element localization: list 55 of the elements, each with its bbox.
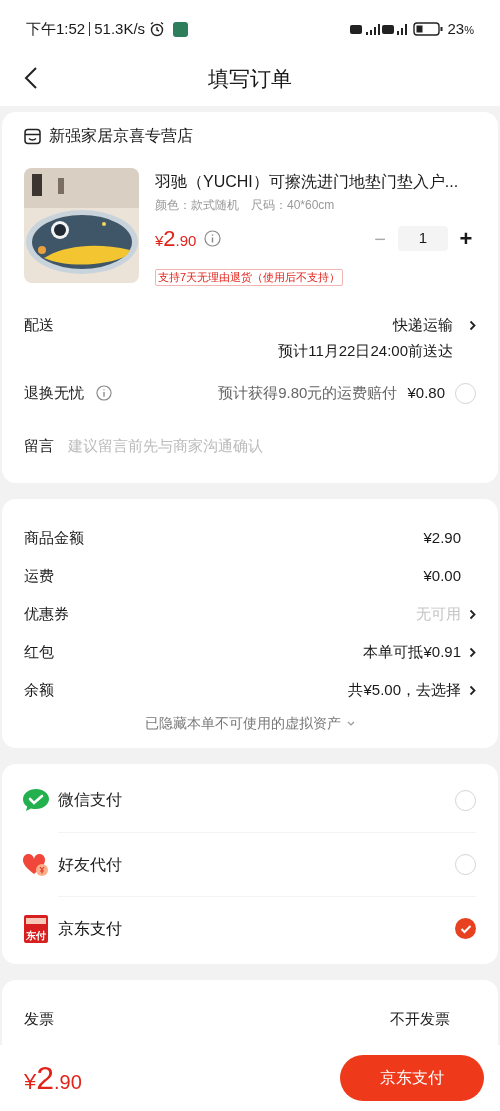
shop-icon	[24, 127, 41, 145]
product-price: ¥2.90	[155, 225, 197, 253]
summary-value: 本单可抵¥0.91	[363, 642, 461, 663]
total-price: ¥2.90	[24, 1059, 82, 1098]
hidden-assets-toggle[interactable]: 已隐藏本单不可使用的虚拟资产	[145, 713, 341, 734]
icon-label: 东付	[26, 930, 46, 941]
chevron-down-icon	[347, 721, 355, 726]
status-time: 下午1:52	[26, 18, 86, 39]
info-icon	[96, 385, 112, 402]
compensation-text: 预计获得9.80元的运费赔付	[218, 383, 398, 403]
worry-free-price: ¥0.80	[407, 383, 445, 403]
battery-level: 23%	[447, 18, 474, 39]
quantity-field[interactable]: 1	[398, 226, 448, 251]
summary-label: 运费	[24, 566, 54, 587]
battery-icon	[412, 22, 443, 36]
radio-button[interactable]	[455, 854, 476, 875]
chevron-right-icon	[469, 319, 476, 331]
payment-method[interactable]: 微信支付	[58, 788, 455, 812]
note-field[interactable]: 建议留言前先与商家沟通确认	[68, 434, 476, 457]
network-speed: 51.3K/s	[94, 18, 146, 39]
info-icon	[204, 230, 222, 247]
heart-coin-icon	[22, 851, 50, 878]
back-button[interactable]	[24, 66, 38, 90]
radio-button[interactable]	[455, 382, 476, 404]
product-size: 尺码：40*60cm	[251, 197, 335, 214]
summary-value: ¥0.00	[423, 566, 461, 587]
invoice-label: 发票	[24, 1009, 54, 1029]
product-title: 羽驰（YUCHI）可擦洗进门地垫门垫入户...	[155, 172, 460, 192]
worry-free-label: 退换无忧	[24, 383, 84, 403]
pay-button[interactable]: 京东支付	[340, 1055, 484, 1101]
radio-button[interactable]	[455, 789, 476, 811]
shop-name: 新强家居京喜专营店	[49, 126, 193, 146]
summary-label: 余额	[24, 680, 54, 701]
increase-button[interactable]: +	[456, 222, 476, 255]
payment-method[interactable]: 京东支付	[58, 916, 455, 941]
payment-method[interactable]: 好友代付	[58, 852, 455, 877]
delivery-label: 配送	[24, 315, 54, 335]
page-title: 填写订单	[208, 66, 292, 93]
summary-label: 商品金额	[24, 528, 84, 549]
summary-value: 共¥5.00，去选择	[348, 680, 461, 701]
summary-value: ¥2.90	[423, 528, 461, 549]
delivery-method: 快递运输	[393, 315, 453, 335]
invoice-value: 不开发票	[390, 1009, 450, 1029]
radio-checked[interactable]	[455, 918, 476, 939]
check-icon	[459, 923, 472, 934]
note-label: 留言	[24, 435, 54, 456]
delivery-eta: 预计11月22日24:00前送达	[278, 340, 453, 361]
app-icon	[173, 21, 189, 37]
chat-check-icon	[22, 788, 50, 812]
alarm-icon	[149, 21, 166, 37]
summary-label: 红包	[24, 642, 54, 663]
summary-label: 优惠券	[24, 604, 69, 625]
product-color: 颜色：款式随机	[155, 197, 239, 214]
return-tag: 支持7天无理由退货（使用后不支持）	[155, 269, 344, 286]
signal-icon	[349, 22, 408, 36]
